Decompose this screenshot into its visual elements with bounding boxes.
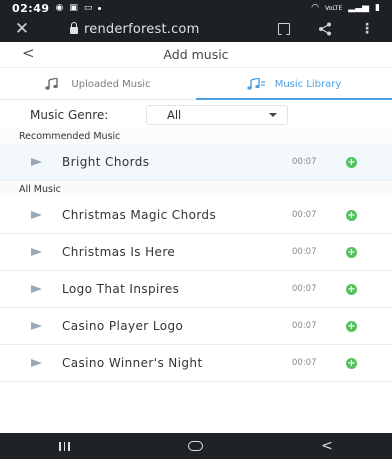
share-icon[interactable] [318,22,332,36]
tab-uploaded-music[interactable]: Uploaded Music [0,69,196,99]
signal-icon: ▂▃▅ [348,3,370,13]
track-name: Logo That Inspires [62,282,180,296]
page-title: Add music [163,47,229,62]
add-track-icon[interactable]: + [346,357,357,369]
add-track-icon[interactable]: + [346,209,357,221]
gallery-icon: ▣ [69,3,78,13]
section-title-recommended: Recommended Music [0,129,392,143]
status-bar: 02:49 ◉ ▣ ▭ ◠ VoLTE ▂▃▅ ▮ [0,0,392,16]
lock-icon [70,22,78,34]
back-nav-icon[interactable]: < [321,438,333,454]
track-duration: 00:07 [292,247,317,257]
track-duration: 00:07 [292,284,317,294]
play-icon[interactable] [31,322,42,330]
url-bar[interactable]: renderforest.com [70,22,199,37]
add-track-icon[interactable]: + [346,246,357,258]
network-label: VoLTE [324,4,343,12]
track-row[interactable]: Christmas Is Here 00:07 + [0,234,392,271]
close-tab-icon[interactable]: ✕ [0,19,44,39]
tab-label: Music Library [274,78,342,90]
music-library-icon [246,78,265,90]
music-tabs: Uploaded Music Music Library [0,69,392,100]
add-track-icon[interactable]: + [346,156,357,168]
track-row[interactable]: Casino Winner's Night 00:07 + [0,345,392,382]
play-icon[interactable] [31,248,42,256]
track-duration: 00:07 [292,157,317,167]
screen-icon: ▭ [83,3,93,13]
battery-icon: ▮ [375,3,380,13]
page-header: < Add music [0,42,392,68]
music-note-icon [45,78,59,90]
url-text: renderforest.com [84,21,200,37]
wifi-icon: ◠ [311,3,319,13]
browser-toolbar: ✕ renderforest.com ⋮ [0,16,392,42]
track-row[interactable]: Bright Chords 00:07 + [0,144,392,181]
more-options-icon[interactable]: ⋮ [360,22,374,36]
chevron-down-icon [269,113,277,117]
track-duration: 00:07 [292,321,317,331]
bookmark-icon[interactable] [278,23,290,35]
track-name: Christmas Magic Chords [62,208,217,222]
track-duration: 00:07 [292,358,317,368]
play-icon[interactable] [31,211,42,219]
add-track-icon[interactable]: + [346,320,357,332]
dot-icon [98,6,102,10]
recent-apps-icon[interactable] [59,441,70,451]
track-name: Bright Chords [62,155,150,169]
section-title-all-music: All Music [0,182,392,196]
add-track-icon[interactable]: + [346,283,357,295]
notification-icon: ◉ [55,3,64,13]
genre-filter: Music Genre: All [0,102,392,128]
track-name: Casino Player Logo [62,319,184,333]
play-icon[interactable] [31,359,42,367]
play-icon[interactable] [31,285,42,293]
track-row[interactable]: Casino Player Logo 00:07 + [0,308,392,345]
system-navigation-bar: < [0,433,392,459]
home-icon[interactable] [187,441,203,451]
track-name: Casino Winner's Night [62,356,203,370]
tab-label: Uploaded Music [71,78,151,90]
play-icon[interactable] [31,158,42,166]
clock: 02:49 [12,1,50,15]
back-button[interactable]: < [22,44,35,62]
track-duration: 00:07 [292,210,317,220]
tab-music-library[interactable]: Music Library [196,69,392,100]
genre-select[interactable]: All [146,105,288,125]
genre-label: Music Genre: [30,108,109,122]
genre-selected-value: All [167,108,182,122]
track-row[interactable]: Logo That Inspires 00:07 + [0,271,392,308]
track-name: Christmas Is Here [62,245,176,259]
track-row[interactable]: Christmas Magic Chords 00:07 + [0,197,392,234]
